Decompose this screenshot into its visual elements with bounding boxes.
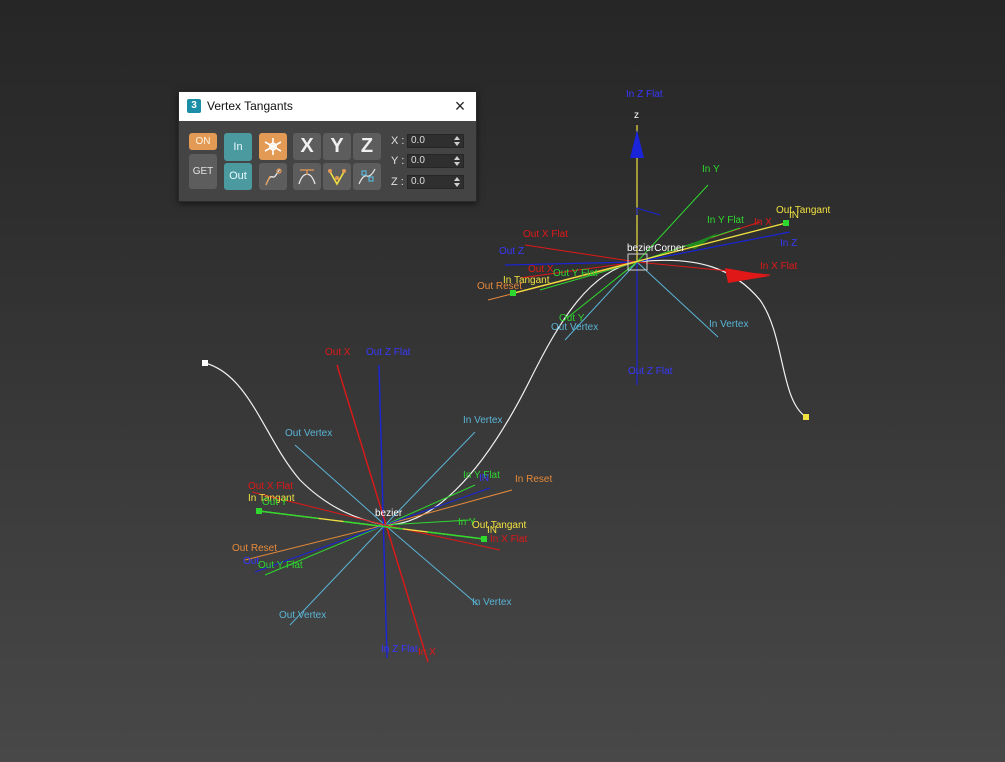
z-axis-button[interactable]: Z [353, 133, 381, 160]
corner-in-vertex-line [636, 261, 719, 338]
bezier-in-reset-label: In Reset [515, 474, 552, 485]
panel-title: Vertex Tangants [207, 99, 293, 113]
corner-out-x-label: Out X [528, 264, 554, 275]
bezier-out-x-label: Out X [325, 347, 351, 358]
bezier-in-x-label: In X [418, 647, 436, 658]
scene-canvas[interactable]: z In Z Flat In Y In Y Flat In X IN Out T… [0, 0, 1005, 762]
bezier-in-x-flat-label: In X Flat [490, 534, 527, 545]
y-coord-label: Y : [391, 155, 405, 167]
corner-in-y-flat-label: In Y Flat [707, 215, 744, 226]
corner-in-z-label: In Z [780, 238, 797, 249]
spinner-arrows-icon[interactable] [454, 156, 460, 166]
corner-out-z-flat-label: Out Z Flat [628, 366, 673, 377]
corner-local-axis [636, 207, 661, 216]
bezier-out-y-flat-label: Out Y Flat [258, 560, 303, 571]
bezier-in-badge: IN [479, 473, 489, 484]
max-logo-icon: 3 [187, 99, 201, 113]
z-coord-spinner[interactable]: 0.0 [407, 175, 464, 189]
bezier-out-x-flat-label: Out X Flat [248, 481, 293, 492]
x-coord-spinner[interactable]: 0.0 [407, 134, 464, 148]
bezier-in-z-flat-label: In Z Flat [381, 644, 418, 655]
viewport[interactable]: z In Z Flat In Y In Y Flat In X IN Out T… [0, 0, 1005, 762]
in-button[interactable]: In [224, 133, 252, 161]
flat-x-button[interactable] [293, 163, 321, 190]
corner-out-x-flat-line [524, 244, 638, 263]
panel-titlebar[interactable]: 3 Vertex Tangants × [179, 92, 476, 121]
z-coord-value[interactable]: 0.0 [411, 176, 425, 188]
flat-z-button[interactable] [353, 163, 381, 190]
y-axis-button[interactable]: Y [323, 133, 351, 160]
spline-end-point[interactable] [803, 414, 809, 420]
flat-z-icon [358, 168, 376, 185]
on-button[interactable]: ON [189, 133, 217, 150]
bezier-out-z-short-label: Out [243, 556, 259, 567]
vertex-tangants-panel: 3 Vertex Tangants × ON GET In Out X Y Z … [178, 91, 477, 202]
x-coord-value[interactable]: 0.0 [411, 135, 425, 147]
bezier-in-vertex-bottom-label: In Vertex [472, 597, 511, 608]
corner-in-z-flat-label: In Z Flat [626, 89, 663, 100]
corner-axis-z-label: z [634, 110, 639, 121]
bezier-label: bezier [375, 508, 403, 519]
bezier-corner-gizmo [487, 125, 791, 385]
bezier-out-vertex-label: Out Vertex [285, 428, 332, 439]
spline-curve[interactable] [204, 259, 807, 526]
y-coord-spinner[interactable]: 0.0 [407, 154, 464, 168]
bezier-out-vertex-bottom-label: Out Vertex [279, 610, 326, 621]
corner-out-vertex-label: Out Vertex [551, 322, 598, 333]
spinner-arrows-icon[interactable] [454, 136, 460, 146]
flat-x-icon [298, 169, 316, 185]
bezier-out-vertex-line [294, 444, 386, 526]
bezier-in-vertex-top-label: In Vertex [463, 415, 502, 426]
corner-in-vertex-label: In Vertex [709, 319, 748, 330]
spinner-arrows-icon[interactable] [454, 177, 460, 187]
bezier-in-handle [481, 536, 487, 542]
curve-reset-button[interactable] [259, 163, 287, 190]
x-axis-button[interactable]: X [293, 133, 321, 160]
spline-start-point[interactable] [202, 360, 208, 366]
bezier-out-tangant-label: Out Tangant [472, 520, 527, 531]
corner-bezier-corner-label: bezierCorner [627, 243, 685, 254]
corner-in-x-label: In X [754, 217, 772, 228]
snowflake-button[interactable] [259, 133, 287, 160]
flat-y-button[interactable] [323, 163, 351, 190]
flat-y-icon [328, 169, 346, 186]
out-button[interactable]: Out [224, 163, 252, 190]
corner-out-reset-label: Out Reset [477, 281, 522, 292]
bezier-out-y-under-label: Out Y [262, 497, 288, 508]
get-button[interactable]: GET [189, 154, 217, 189]
corner-out-tangant-label: Out Tangant [776, 205, 831, 216]
bezier-out-z-flat-label: Out Z Flat [366, 347, 411, 358]
corner-out-z-label: Out Z [499, 246, 524, 257]
x-coord-label: X : [391, 135, 405, 147]
z-coord-label: Z : [391, 176, 404, 188]
bezier-out-reset-label: Out Reset [232, 543, 277, 554]
corner-out-x-flat-label: Out X Flat [523, 229, 568, 240]
corner-in-x-flat-label: In X Flat [760, 261, 797, 272]
snowflake-icon [264, 138, 282, 155]
y-coord-value[interactable]: 0.0 [411, 155, 425, 167]
corner-z-arrow [630, 130, 644, 158]
corner-in-y-label: In Y [702, 164, 720, 175]
bezier-tangent-green-line [258, 510, 485, 540]
bezier-out-handle [256, 508, 262, 514]
corner-out-y-flat-label: Out Y Flat [553, 268, 598, 279]
close-icon[interactable]: × [452, 97, 468, 115]
curve-reset-icon [265, 168, 282, 186]
